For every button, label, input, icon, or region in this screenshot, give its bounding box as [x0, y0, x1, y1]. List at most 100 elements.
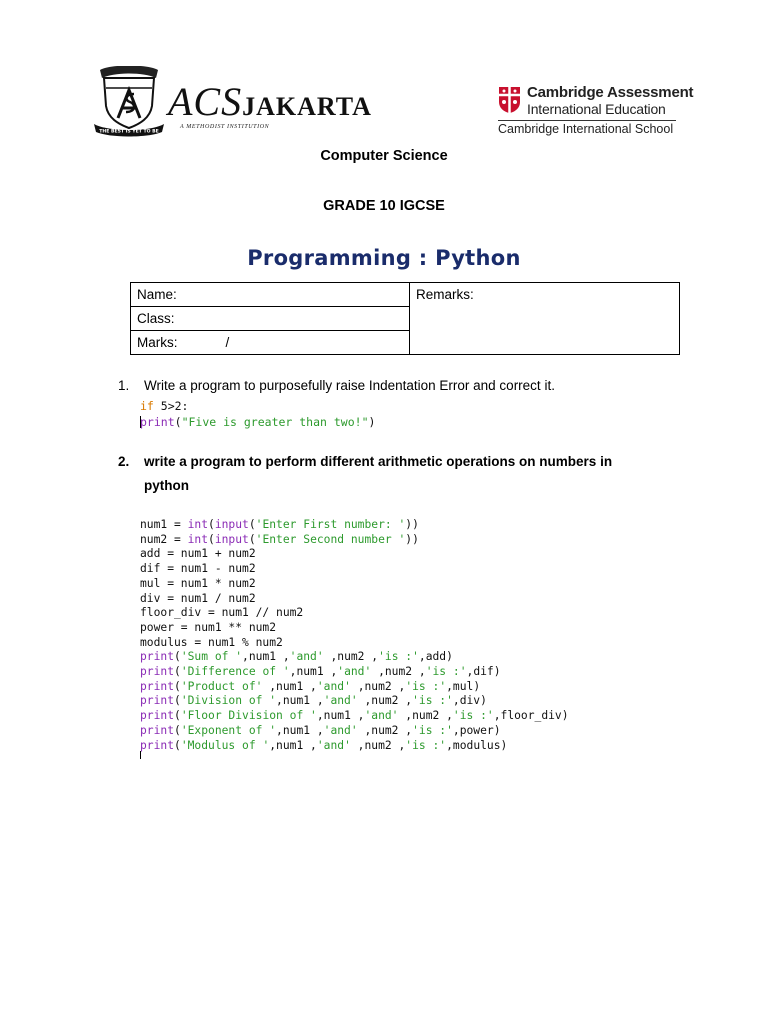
code-text: modulus = num1 % num2: [140, 635, 283, 649]
code-text: (: [174, 723, 181, 737]
code-string: 'is :': [412, 694, 453, 708]
code-function: print: [140, 694, 175, 708]
code-function: print: [140, 709, 175, 723]
code-line: num2 = int(input('Enter Second number ')…: [140, 533, 569, 548]
code-string: 'Exponent of ': [180, 723, 277, 737]
page-title: Programming : Python: [247, 246, 521, 270]
code-text: (: [248, 532, 256, 546]
cambridge-logo: Cambridge Assessment International Educa…: [496, 84, 696, 140]
code-string: "Five is greater than two!": [181, 414, 369, 429]
code-text: (: [174, 414, 182, 429]
code-text: floor_div = num1 // num2: [140, 606, 304, 620]
code-line: dif = num1 - num2: [140, 562, 569, 577]
code-string: 'is :': [405, 738, 447, 752]
class-label: Class:: [137, 311, 175, 326]
code-text: (: [174, 650, 181, 664]
code-function: input: [214, 518, 249, 531]
code-line: floor_div = num1 // num2: [140, 606, 569, 621]
code-text: (: [174, 694, 181, 708]
cambridge-shield-icon: [499, 87, 520, 113]
question-text-line1: write a program to perform different ari…: [144, 454, 613, 469]
code-text: ,num2 ,: [357, 723, 413, 737]
code-string: 'is :': [425, 665, 467, 679]
code-string: 'and': [316, 679, 351, 693]
code-text: ,num2 ,: [398, 709, 453, 723]
code-line: num1 = int(input('Enter First number: ')…: [140, 518, 569, 533]
code-text: )): [405, 518, 419, 531]
code-function: print: [140, 738, 175, 752]
code-function: int: [187, 532, 209, 546]
code-text: div = num1 / num2: [140, 591, 256, 605]
code-line: add = num1 + num2: [140, 547, 569, 562]
code-line: print('Modulus of ',num1 ,'and' ,num2 ,'…: [140, 739, 569, 754]
code-string: 'Floor Division of ': [180, 709, 317, 723]
code-function: print: [140, 414, 175, 429]
acs-tagline: A METHODIST INSTITUTION: [180, 124, 270, 130]
code-block-2: num1 = int(input('Enter First number: ')…: [140, 518, 569, 753]
code-string: 'is :': [405, 679, 447, 693]
code-line: power = num1 ** num2: [140, 621, 569, 636]
code-text: ,div): [452, 694, 487, 708]
acs-word-jakarta: JAKARTA: [242, 92, 372, 121]
remarks-cell[interactable]: Remarks:: [409, 282, 680, 355]
remarks-label: Remarks:: [416, 287, 474, 302]
code-string: 'and': [316, 738, 351, 752]
code-text: ,num2 ,: [323, 650, 379, 664]
code-text: ,modulus): [446, 738, 508, 752]
text-cursor: [140, 416, 141, 428]
question-1: 1. Write a program to purposefully raise …: [118, 378, 555, 393]
code-text: (: [174, 665, 181, 679]
acs-word-acs: ACS: [168, 79, 243, 124]
svg-text:THE BEST IS YET TO BE: THE BEST IS YET TO BE: [99, 129, 159, 135]
code-function: input: [214, 532, 249, 546]
acs-crest-icon: THE BEST IS YET TO BE: [94, 66, 164, 137]
code-text: mul = num1 * num2: [140, 576, 256, 590]
code-text: ,floor_div): [493, 709, 569, 723]
code-block-1: if 5>2: print("Five is greater than two!…: [140, 399, 375, 430]
code-text: ,num1 ,: [276, 723, 324, 737]
code-text: ,num1 ,: [316, 709, 365, 723]
code-text: ,num2 ,: [371, 665, 426, 679]
question-number: 1.: [118, 378, 130, 393]
code-text: (: [248, 518, 256, 531]
code-line: print('Sum of ',num1 ,'and' ,num2 ,'is :…: [140, 650, 569, 665]
code-text: ,add): [418, 650, 453, 664]
marks-label: Marks:: [137, 335, 178, 350]
worksheet-page: THE BEST IS YET TO BE ACSJAKARTA A METHO…: [0, 0, 768, 1024]
code-text: (: [208, 518, 215, 531]
code-string: 'Division of ': [180, 694, 277, 708]
code-text: ,num2 ,: [350, 738, 406, 752]
code-line: div = num1 / num2: [140, 592, 569, 607]
code-text: ,num1 ,: [242, 650, 290, 664]
code-text: num1 =: [140, 518, 188, 531]
code-string: 'and': [323, 694, 358, 708]
code-function: print: [140, 679, 175, 693]
name-cell[interactable]: Name:: [130, 282, 410, 307]
code-text: ,dif): [466, 665, 501, 679]
code-keyword: if: [140, 399, 154, 413]
question-2: 2. write a program to perform different a…: [118, 450, 648, 498]
marks-cell[interactable]: Marks: /: [130, 330, 410, 355]
cambridge-line3: Cambridge International School: [498, 122, 674, 136]
class-cell[interactable]: Class:: [130, 306, 410, 331]
code-string: 'is :': [378, 650, 419, 664]
code-string: 'Sum of ': [180, 650, 243, 664]
code-text: dif = num1 - num2: [140, 562, 256, 576]
code-line: print('Difference of ',num1 ,'and' ,num2…: [140, 665, 569, 680]
code-string: 'Difference of ': [180, 665, 290, 679]
cambridge-line2: International Education: [527, 101, 666, 117]
code-text: ,power): [452, 723, 501, 737]
code-text: num2 =: [140, 532, 188, 546]
code-line: print('Product of' ,num1 ,'and' ,num2 ,'…: [140, 680, 569, 695]
subject-heading: Computer Science: [320, 148, 448, 164]
code-text: (: [208, 532, 215, 546]
code-function: int: [187, 518, 209, 531]
code-line: print('Division of ',num1 ,'and' ,num2 ,…: [140, 694, 569, 709]
code-string: 'Enter Second number ': [255, 532, 406, 546]
code-line: print('Exponent of ',num1 ,'and' ,num2 ,…: [140, 724, 569, 739]
code-text: ,num1 ,: [269, 738, 317, 752]
cambridge-line1: Cambridge Assessment: [527, 84, 694, 101]
code-string: 'and': [289, 650, 324, 664]
code-text: ,mul): [446, 679, 481, 693]
code-text: ,num1 ,: [276, 694, 324, 708]
